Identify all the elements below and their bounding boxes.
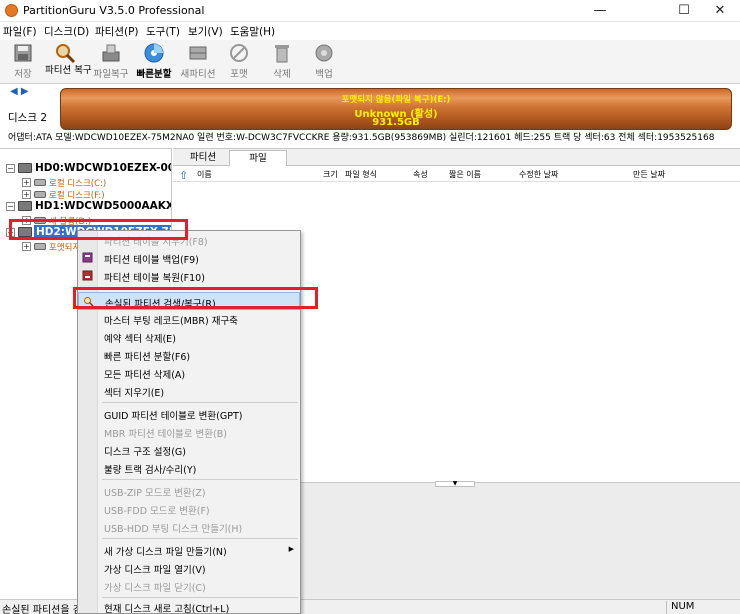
menu-file[interactable]: 파일(F) (3, 24, 37, 39)
tab-bar: 파티션 파일 (173, 149, 740, 166)
menu-item-refresh-disk[interactable]: 현재 디스크 새로 고침(Ctrl+L) (78, 598, 300, 614)
window-title: PartitionGuru V3.5.0 Professional (23, 4, 205, 17)
tab-partition[interactable]: 파티션 (177, 150, 229, 166)
col-attributes[interactable]: 속성 (413, 169, 428, 180)
annotation-highlight-menu-item (73, 287, 318, 309)
up-folder-icon[interactable]: ⇧ (179, 169, 188, 182)
new-partition-icon (189, 46, 207, 60)
partition-size: 931.5GB (372, 117, 420, 128)
menu-separator (102, 479, 298, 480)
annotation-highlight-disk (9, 219, 188, 240)
backup-icon (315, 44, 333, 62)
table-backup-icon (82, 252, 93, 263)
tab-file[interactable]: 파일 (229, 150, 287, 166)
quick-partition-icon (144, 43, 164, 63)
panel-splitter[interactable]: ▼ (435, 481, 475, 487)
menu-item-open-virtual-disk[interactable]: 가상 디스크 파일 열기(V) (78, 559, 300, 577)
partition-recovery-button[interactable]: 파티션 복구 (45, 42, 92, 82)
col-name[interactable]: 이름 (197, 169, 212, 180)
disk-nav-arrows[interactable]: ◀ ▶ (10, 86, 29, 97)
menu-item-backup-partition-table[interactable]: 파티션 테이블 백업(F9) (78, 249, 300, 267)
col-filetype[interactable]: 파일 형식 (345, 169, 377, 180)
submenu-arrow-icon: ▶ (288, 545, 294, 553)
menu-item-convert-to-mbr[interactable]: MBR 파티션 테이블로 변환(B) (78, 423, 300, 441)
menu-view[interactable]: 보기(V) (188, 24, 223, 39)
partition-block[interactable]: 포맷되지 않음(파일 복구)(E:) Unknown (활성) 931.5GB (60, 88, 732, 130)
hard-disk-icon (18, 201, 32, 211)
menu-bar: 파일(F) 디스크(D) 파티션(P) 도구(T) 보기(V) 도움말(H) (0, 22, 740, 40)
menu-item-convert-to-gpt[interactable]: GUID 파티션 테이블로 변환(GPT) (78, 405, 300, 423)
quick-partition-button[interactable]: 빠른분할 (133, 42, 175, 82)
menu-item-delete-all-partitions[interactable]: 모든 파티션 삭제(A) (78, 364, 300, 382)
menu-item-delete-reserved-sectors[interactable]: 예약 섹터 삭제(E) (78, 328, 300, 346)
file-list-header: ⇧ 이름 크기 파일 형식 속성 짧은 이름 수정한 날짜 만든 날짜 (173, 166, 740, 182)
menu-separator (102, 538, 298, 539)
partition-icon (34, 179, 46, 186)
partition-icon (34, 191, 46, 198)
disk-info-bar: 어댑터:ATA 모델:WDCWD10EZEX-75M2NA0 일련 번호:W-D… (0, 130, 740, 146)
expand-icon[interactable]: + (22, 190, 31, 199)
expand-icon[interactable]: + (22, 242, 31, 251)
nav-back-icon[interactable]: ◀ (10, 86, 18, 97)
menu-item-restore-partition-table[interactable]: 파티션 테이블 복원(F10) (78, 267, 300, 285)
partition-icon (34, 243, 46, 250)
save-icon (14, 44, 32, 62)
app-icon (5, 4, 18, 17)
menu-item-usb-fdd[interactable]: USB-FDD 모드로 변환(F) (78, 500, 300, 518)
toolbar: 저장 파티션 복구 파일복구 빠른분할 새파티션 포맷 삭제 백업 (0, 40, 740, 84)
menu-item-quick-partition[interactable]: 빠른 파티션 분할(F6) (78, 346, 300, 364)
save-button[interactable]: 저장 (3, 42, 43, 82)
file-recovery-button[interactable]: 파일복구 (89, 42, 133, 82)
minimize-button[interactable]: — (580, 0, 620, 22)
num-lock-indicator: NUM (666, 601, 740, 614)
nav-forward-icon[interactable]: ▶ (21, 86, 29, 97)
backup-button[interactable]: 백업 (304, 42, 344, 82)
menu-item-usb-hdd-boot[interactable]: USB-HDD 부팅 디스크 만들기(H) (78, 518, 300, 536)
col-size[interactable]: 크기 (323, 169, 338, 180)
menu-item-erase-sectors[interactable]: 섹터 지우기(E) (78, 382, 300, 400)
partition-status: 포맷되지 않음(파일 복구)(E:) (341, 95, 451, 105)
menu-tools[interactable]: 도구(T) (146, 24, 180, 39)
menu-item-new-virtual-disk[interactable]: 새 가상 디스크 파일 만들기(N) ▶ (78, 541, 300, 559)
search-icon (56, 44, 76, 64)
delete-button[interactable]: 삭제 (262, 42, 302, 82)
format-icon (230, 44, 248, 62)
file-recovery-icon (102, 44, 120, 62)
format-button[interactable]: 포맷 (219, 42, 259, 82)
menu-help[interactable]: 도움말(H) (230, 24, 275, 39)
table-restore-icon (82, 270, 93, 281)
title-bar: PartitionGuru V3.5.0 Professional — ☐ ✕ (0, 0, 740, 22)
menu-partition[interactable]: 파티션(P) (95, 24, 139, 39)
disk-map-bar: ◀ ▶ 디스크 2 포맷되지 않음(파일 복구)(E:) Unknown (활성… (0, 84, 740, 130)
close-button[interactable]: ✕ (700, 0, 740, 22)
maximize-button[interactable]: ☐ (664, 0, 704, 22)
collapse-icon[interactable]: − (6, 202, 15, 211)
menu-disk[interactable]: 디스크(D) (44, 24, 89, 39)
menu-item-bad-track-check[interactable]: 불량 트랙 검사/수리(Y) (78, 459, 300, 477)
collapse-icon[interactable]: − (6, 164, 15, 173)
col-modified[interactable]: 수정한 날짜 (519, 169, 558, 180)
delete-icon (275, 45, 289, 63)
hard-disk-icon (18, 163, 32, 173)
menu-item-usb-zip[interactable]: USB-ZIP 모드로 변환(Z) (78, 482, 300, 500)
menu-item-disk-geometry[interactable]: 디스크 구조 설정(G) (78, 441, 300, 459)
menu-separator (102, 402, 298, 403)
menu-item-close-virtual-disk[interactable]: 가상 디스크 파일 닫기(C) (78, 577, 300, 595)
col-created[interactable]: 만든 날짜 (633, 169, 665, 180)
disk-label: 디스크 2 (8, 112, 47, 124)
status-text: 손실된 파티션을 검 (2, 605, 82, 614)
col-short-name[interactable]: 짧은 이름 (449, 169, 481, 180)
new-partition-button[interactable]: 새파티션 (177, 42, 219, 82)
menu-item-rebuild-mbr[interactable]: 마스터 부팅 레코드(MBR) 재구축 (78, 310, 300, 328)
